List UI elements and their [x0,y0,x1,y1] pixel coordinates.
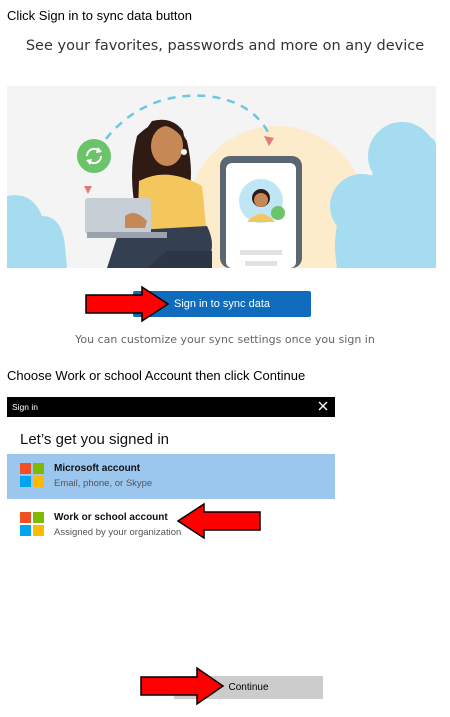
microsoft-logo-icon [20,463,44,487]
red-arrow-icon [140,666,225,706]
dialog-heading: Let’s get you signed in [20,431,169,448]
account-title: Work or school account [54,512,168,523]
close-icon[interactable] [316,399,330,413]
microsoft-account-option[interactable]: Microsoft account Email, phone, or Skype [7,454,335,499]
step2-instruction: Choose Work or school Account then click… [7,368,306,383]
illustration-art [7,94,436,268]
account-subtitle: Email, phone, or Skype [54,478,153,489]
account-title: Microsoft account [54,463,141,474]
account-subtitle: Assigned by your organization [54,527,182,538]
work-or-school-account-option[interactable]: Work or school account Assigned by your … [7,503,335,548]
microsoft-logo-icon [20,512,44,536]
sync-illustration [7,86,436,268]
dialog-title: Sign in [12,402,38,412]
red-arrow-icon [85,285,170,323]
dialog-titlebar: Sign in [7,397,335,417]
sync-headline: See your favorites, passwords and more o… [25,38,425,54]
sync-icon [77,139,111,173]
red-arrow-icon [176,502,261,540]
customize-sync-note: You can customize your sync settings onc… [75,333,375,346]
step1-instruction: Click Sign in to sync data button [7,8,192,23]
